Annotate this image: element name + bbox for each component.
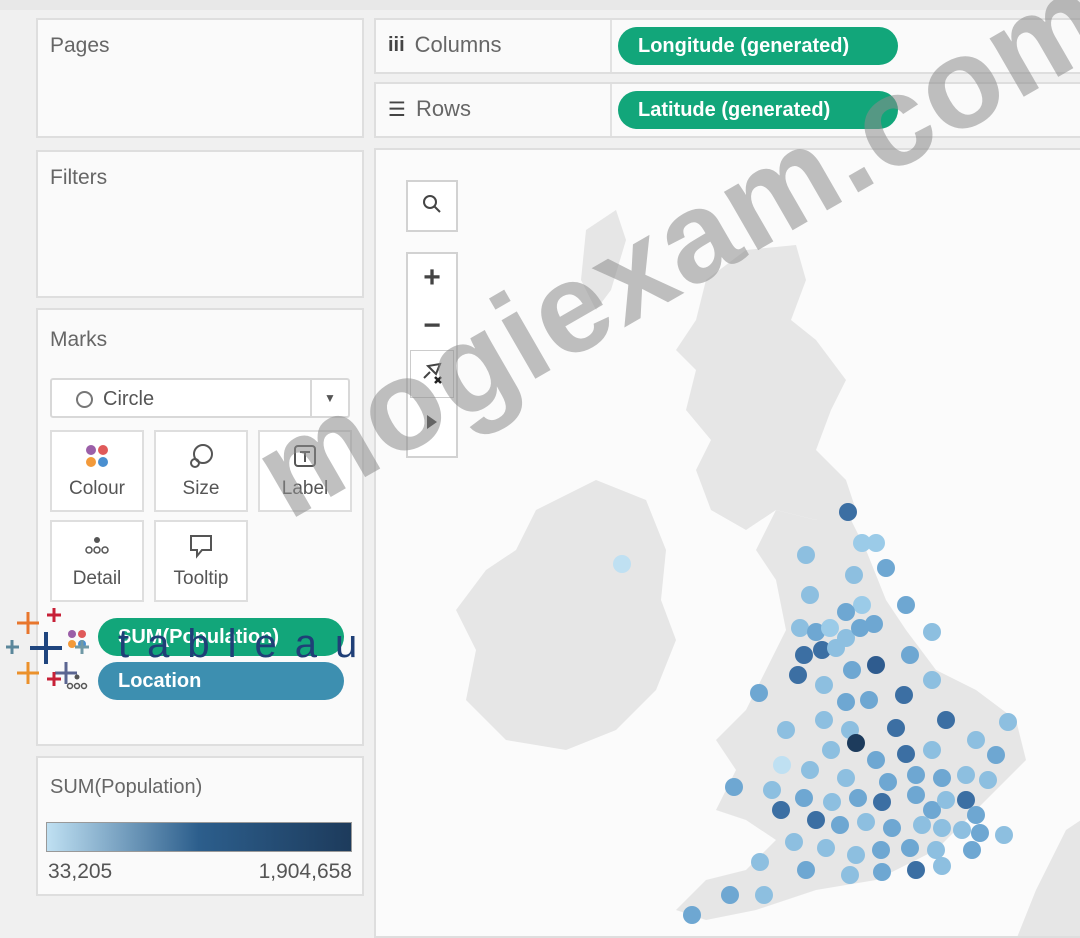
- size-icon: [187, 442, 215, 470]
- legend-colour-ramp: [46, 822, 352, 852]
- pages-title: Pages: [50, 34, 110, 57]
- colour-label: Colour: [69, 478, 125, 499]
- population-legend: SUM(Population) 33,205 1,904,658: [36, 756, 364, 896]
- tableau-wordmark: tableau: [118, 622, 376, 666]
- rows-icon: ☰: [388, 98, 406, 121]
- columns-icon: iii: [388, 33, 405, 56]
- legend-title: SUM(Population): [50, 776, 203, 798]
- mark-type-value: Circle: [103, 388, 155, 410]
- filters-card[interactable]: Filters: [36, 150, 364, 298]
- shelf-divider: [610, 20, 612, 72]
- tooltip-button[interactable]: Tooltip: [154, 520, 248, 602]
- columns-shelf-label: iii Columns: [388, 32, 501, 58]
- size-label: Size: [182, 478, 220, 499]
- top-edge: [0, 0, 1080, 10]
- size-button[interactable]: Size: [154, 430, 248, 512]
- pages-card[interactable]: Pages: [36, 18, 364, 138]
- mark-circles[interactable]: [613, 503, 1017, 924]
- zoom-in-button[interactable]: +: [423, 254, 441, 302]
- filters-title: Filters: [50, 166, 108, 189]
- tableau-cross-icon: [6, 608, 89, 686]
- shelf-divider: [610, 84, 612, 136]
- marks-title: Marks: [50, 328, 108, 351]
- circle-icon: [76, 391, 93, 408]
- legend-max: 1,904,658: [258, 860, 352, 883]
- tooltip-label: Tooltip: [173, 568, 229, 589]
- colour-dots-icon: [83, 442, 111, 470]
- colour-button[interactable]: Colour: [50, 430, 144, 512]
- columns-label: Columns: [414, 32, 502, 57]
- search-icon: [420, 192, 444, 221]
- map-search-button[interactable]: [406, 180, 458, 232]
- tableau-logo: tableau: [6, 608, 436, 688]
- tooltip-icon: [187, 532, 215, 560]
- rows-label: Rows: [415, 96, 471, 121]
- detail-button[interactable]: Detail: [50, 520, 144, 602]
- legend-min: 33,205: [48, 860, 113, 883]
- detail-dots-icon: [83, 532, 111, 560]
- rows-shelf-label: ☰ Rows: [388, 96, 471, 122]
- detail-label: Detail: [72, 568, 122, 589]
